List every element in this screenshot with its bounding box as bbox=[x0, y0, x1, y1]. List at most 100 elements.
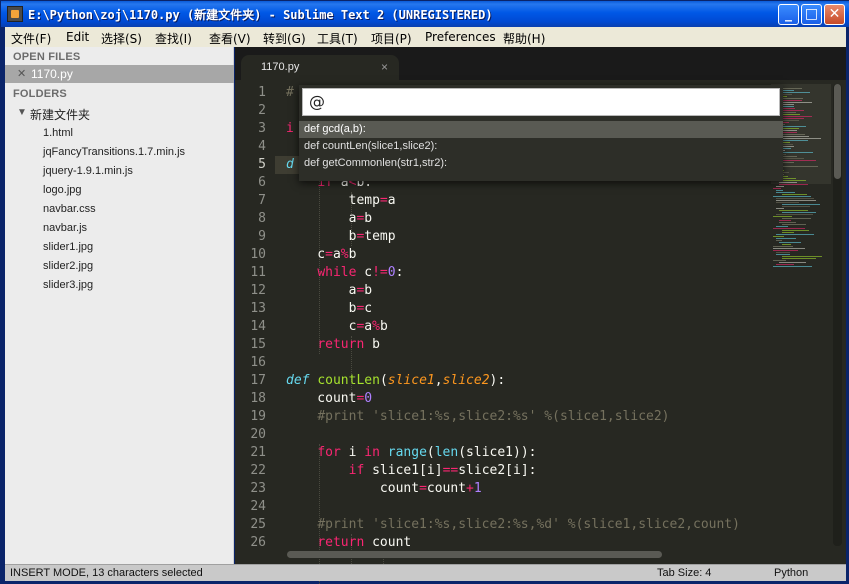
minimap-line bbox=[782, 166, 818, 167]
minimap-line bbox=[776, 202, 799, 203]
tab-1170-py[interactable]: 1170.py × bbox=[241, 55, 399, 80]
line-number: 26 bbox=[250, 535, 266, 550]
minimap-line bbox=[782, 232, 794, 233]
line-number: 9 bbox=[258, 229, 266, 244]
code-line: d bbox=[286, 157, 294, 172]
line-number: 11 bbox=[250, 265, 266, 280]
file-item[interactable]: navbar.css bbox=[43, 203, 96, 215]
line-number: 14 bbox=[250, 319, 266, 334]
menu-view[interactable]: 查看(V) bbox=[209, 30, 251, 47]
tab-label: 1170.py bbox=[261, 61, 300, 73]
minimap-line bbox=[782, 118, 804, 119]
line-number: 10 bbox=[250, 247, 266, 262]
minimap-line bbox=[773, 248, 805, 249]
line-number: 19 bbox=[250, 409, 266, 424]
minimap-line bbox=[782, 256, 822, 257]
menu-selection[interactable]: 选择(S) bbox=[101, 30, 142, 47]
file-item[interactable]: navbar.js bbox=[43, 222, 87, 234]
minimap-line bbox=[782, 204, 820, 205]
horizontal-scrollbar[interactable] bbox=[287, 551, 662, 558]
minimap-line bbox=[782, 128, 799, 129]
minimap-line bbox=[782, 156, 797, 157]
disclosure-triangle-icon[interactable]: ▼ bbox=[17, 107, 27, 118]
file-item[interactable]: logo.jpg bbox=[43, 184, 82, 196]
vertical-scrollbar[interactable] bbox=[833, 84, 842, 546]
minimap-line bbox=[776, 214, 813, 215]
menu-tools[interactable]: 工具(T) bbox=[317, 30, 358, 47]
tab-close-icon[interactable]: × bbox=[381, 60, 388, 74]
status-syntax[interactable]: Python bbox=[774, 567, 808, 579]
minimap-line bbox=[779, 210, 808, 211]
menu-project[interactable]: 项目(P) bbox=[371, 30, 412, 47]
line-number: 23 bbox=[250, 481, 266, 496]
file-item[interactable]: slider1.jpg bbox=[43, 241, 93, 253]
code-line: def countLen(slice1,slice2): bbox=[286, 373, 506, 388]
line-number: 22 bbox=[250, 463, 266, 478]
minimap-line bbox=[782, 258, 816, 259]
title-bar[interactable]: E:\Python\zoj\1170.py (新建文件夹) - Sublime … bbox=[1, 1, 849, 27]
minimap-line bbox=[773, 246, 793, 247]
open-file-item[interactable]: ✕ 1170.py bbox=[5, 65, 234, 83]
menu-help[interactable]: 帮助(H) bbox=[503, 30, 545, 47]
minimap-line bbox=[773, 228, 805, 229]
status-bar: INSERT MODE, 13 characters selected Tab … bbox=[5, 564, 846, 581]
menu-edit[interactable]: Edit bbox=[66, 30, 89, 44]
goto-symbol-input[interactable]: @ bbox=[302, 88, 780, 116]
status-tab-size[interactable]: Tab Size: 4 bbox=[657, 567, 711, 579]
minimap-line bbox=[776, 198, 814, 199]
symbol-item[interactable]: def gcd(a,b): bbox=[299, 121, 783, 138]
open-file-name: 1170.py bbox=[31, 67, 73, 81]
minimap-line bbox=[773, 266, 812, 267]
vertical-scroll-thumb[interactable] bbox=[834, 84, 841, 179]
code-line: c=a%b bbox=[286, 247, 357, 262]
sidebar: OPEN FILES ✕ 1170.py FOLDERS ▼ 新建文件夹 1.h… bbox=[5, 47, 234, 564]
minimap-line bbox=[782, 212, 816, 213]
line-number: 2 bbox=[258, 103, 266, 118]
minimap-line bbox=[773, 260, 786, 261]
code-line: a=b bbox=[286, 211, 373, 226]
line-number: 1 bbox=[258, 85, 266, 100]
sublime-app-icon bbox=[7, 6, 23, 22]
line-number: 8 bbox=[258, 211, 266, 226]
minimap-line bbox=[773, 188, 781, 189]
line-number: 3 bbox=[258, 121, 266, 136]
line-number: 5 bbox=[258, 157, 266, 172]
minimap-line bbox=[779, 184, 808, 185]
symbol-item[interactable]: def countLen(slice1,slice2): bbox=[299, 138, 783, 155]
file-item[interactable]: slider2.jpg bbox=[43, 260, 93, 272]
file-item[interactable]: slider3.jpg bbox=[43, 279, 93, 291]
line-number: 18 bbox=[250, 391, 266, 406]
minimap-line bbox=[779, 140, 808, 141]
minimap-line bbox=[782, 218, 811, 219]
menu-preferences[interactable]: Preferences bbox=[425, 30, 496, 44]
minimap-line bbox=[782, 138, 821, 139]
code-line: count=0 bbox=[286, 391, 373, 406]
close-file-icon[interactable]: ✕ bbox=[17, 67, 26, 80]
minimap-line bbox=[776, 252, 790, 253]
minimap-line bbox=[779, 222, 796, 223]
menu-goto[interactable]: 转到(G) bbox=[263, 30, 306, 47]
code-line: for i in range(len(slice1)): bbox=[317, 445, 537, 460]
menu-find[interactable]: 查找(I) bbox=[155, 30, 192, 47]
minimap-line bbox=[773, 250, 798, 251]
close-button[interactable]: ✕ bbox=[824, 4, 845, 25]
line-number: 7 bbox=[258, 193, 266, 208]
symbol-item[interactable]: def getCommonlen(str1,str2): bbox=[299, 155, 783, 172]
code-line: #print 'slice1:%s,slice2:%s' %(slice1,sl… bbox=[317, 409, 670, 424]
open-files-header: OPEN FILES bbox=[13, 51, 81, 63]
menu-file[interactable]: 文件(F) bbox=[11, 30, 51, 47]
file-item[interactable]: jqFancyTransitions.1.7.min.js bbox=[43, 146, 185, 158]
line-number: 24 bbox=[250, 499, 266, 514]
file-item[interactable]: 1.html bbox=[43, 127, 73, 139]
code-line: i bbox=[286, 121, 294, 136]
file-item[interactable]: jquery-1.9.1.min.js bbox=[43, 165, 133, 177]
code-line: b=c bbox=[286, 301, 373, 316]
minimize-button[interactable]: _ bbox=[778, 4, 799, 25]
minimap-line bbox=[779, 262, 806, 263]
maximize-button[interactable]: □ bbox=[801, 4, 822, 25]
window-title: E:\Python\zoj\1170.py (新建文件夹) - Sublime … bbox=[28, 8, 493, 22]
line-number: 16 bbox=[250, 355, 266, 370]
minimap-line bbox=[782, 206, 810, 207]
minimap-line bbox=[779, 220, 791, 221]
code-line: if slice1[i]==slice2[i]: bbox=[348, 463, 537, 478]
